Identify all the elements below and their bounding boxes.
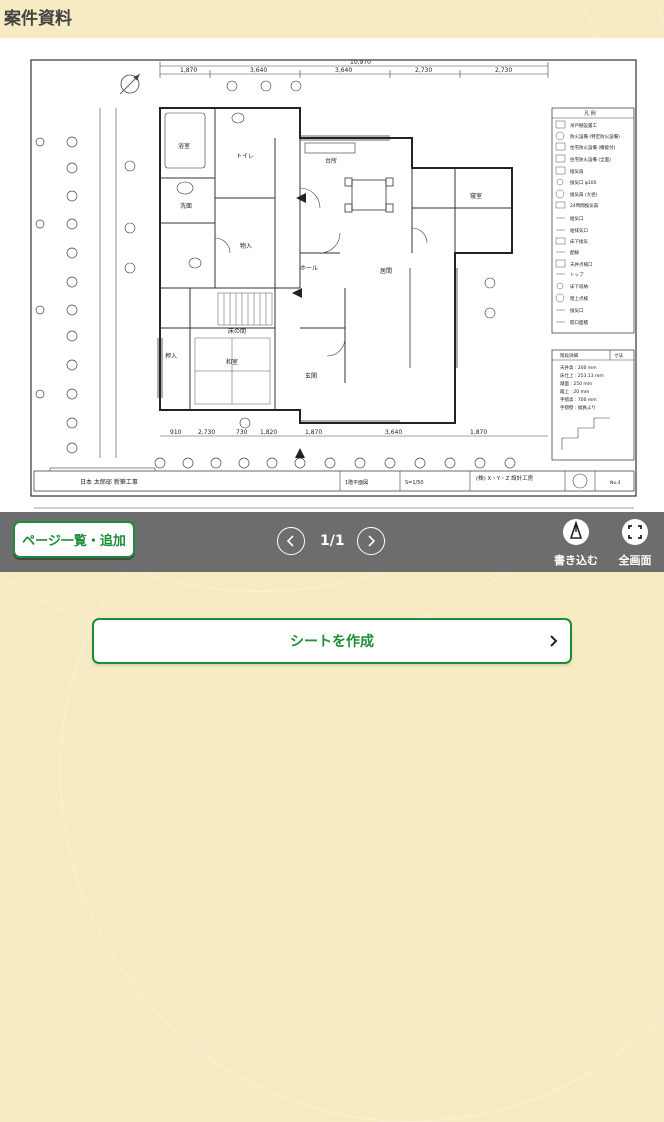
stair-detail-header-2: 寸法 [614,352,623,359]
legend-item: 住宅防火設備 (全面) [570,156,611,163]
room-label-bath: 浴室 [178,142,190,150]
grid-markers-bottom [154,457,516,469]
grid-markers-left [35,136,78,454]
legend-item: 24時間換気扇 [570,202,599,209]
legend-item: 換気扇 [570,168,584,175]
legend-item: 住宅防火設備 (機能付) [570,144,616,151]
dim-bottom-6: 3,640 [385,429,402,436]
create-sheet-button[interactable]: シートを作成 [92,618,572,664]
dim-bottom-1: 910 [170,429,182,436]
tatami-room [194,337,271,405]
stair-detail-item: 踏面 : 250 mm [560,380,592,387]
dim-bottom-3: 730 [236,429,248,436]
write-label: 書き込む [554,554,598,567]
interior-walls [160,108,512,410]
legend-item: 防火設備 (特定防火設備) [570,133,620,140]
room-label-living: 居間 [380,268,392,275]
title-block-row: 日本 太郎邸 新築工事 1階平面図 S=1/50 (株) X・Y・Z 設計工房 … [33,470,635,492]
room-label-tokonoma: 床の間 [228,327,246,335]
fullscreen-label: 全画面 [618,554,652,567]
floor-plan-svg: 10,970 1,870 3,640 3,640 2,730 2,730 910… [30,59,637,509]
legend-item: トップ [570,272,584,278]
room-label-washroom: 洗面 [180,202,192,210]
title-company: (株) X・Y・Z 設計工房 [476,474,534,482]
create-sheet-label: シートを作成 [290,634,374,650]
room-label-washitsu: 和室 [226,358,238,366]
dining-table [344,177,394,213]
room-label-bedroom: 寝室 [470,192,482,200]
dim-top-total: 10,970 [350,59,371,66]
legend-item: 換気口 φ100 [570,179,597,186]
floor-plan-drawing[interactable]: 10,970 1,870 3,640 3,640 2,730 2,730 910… [0,38,664,512]
title-scale: S=1/50 [405,480,424,486]
title-number: No.4 [610,480,620,486]
stair-detail-header: 階段詳細 [560,352,578,359]
legend-item: 開口面積 [570,319,588,326]
legend-item: 床下換気 [570,238,588,245]
legend-item: 吊戸棚設置工 [570,122,597,129]
title-client: 日本 太郎邸 新築工事 [80,478,138,486]
page-indicator: 1/1 [320,533,345,549]
dim-top-5: 2,730 [495,67,512,74]
room-label-closet: 押入 [165,352,177,360]
chevron-right-icon [550,635,558,647]
dim-top-4: 2,730 [415,67,432,74]
building-walls [159,107,513,424]
room-label-hall: ホール [300,265,318,272]
legend-item: 給気口 [570,215,584,222]
chevron-left-icon [286,535,294,547]
room-label-entrance: 玄関 [305,372,317,380]
room-label-kitchen: 台所 [325,157,337,165]
legend-item: 天井点検口 [570,261,593,268]
room-label-toilet: トイレ [236,153,254,160]
legend-item: 配線 [570,249,579,256]
stair-detail-item: 天井高 : 200 mm [560,364,597,371]
stair-detail-item: 蹴上 : 20 mm [560,388,589,395]
sheet-title-block [0,505,664,531]
stair-detail-item: 床仕上 : 253.13 mm [560,372,604,379]
legend-item: 床下収納 [570,283,588,290]
next-page-button[interactable] [357,527,385,555]
stair-detail-item: 手摺高 : 700 mm [560,396,597,403]
north-arrow-icon [119,73,141,95]
legend-header: 凡 例 [584,110,596,117]
stair-detail-panel: 階段詳細 寸法 天井高 : 200 mm 床仕上 : 253.13 mm 踏面 … [551,349,635,461]
dim-bottom-2: 2,730 [198,429,215,436]
legend-item: 換気扇 (大径) [570,191,598,198]
dim-top-3: 3,640 [335,67,352,74]
door-swings [214,187,428,357]
title-drawing: 1階平面図 [345,479,368,486]
dim-bottom-5: 1,870 [305,429,322,436]
stair-detail-item: 手摺壁 : 幅員より [560,404,596,411]
stairs [217,292,273,326]
legend-item: 換気口 [570,307,584,314]
room-label-storage: 物入 [240,242,252,250]
chevron-right-icon [368,535,376,547]
legend-item: 給排気口 [570,227,588,234]
legend-panel: 凡 例 吊戸棚設置工 防火設備 (特定防火設備) 住宅防火設備 (機能付) 住宅… [551,107,635,334]
section-title: 案件資料 [4,9,72,29]
prev-page-button[interactable] [277,527,305,555]
dim-bottom-4: 1,820 [260,429,277,436]
dim-top-2: 3,640 [250,67,267,74]
dim-bottom-7: 1,870 [470,429,487,436]
dim-top-1: 1,870 [180,67,197,74]
legend-item: 階上点検 [570,295,588,302]
